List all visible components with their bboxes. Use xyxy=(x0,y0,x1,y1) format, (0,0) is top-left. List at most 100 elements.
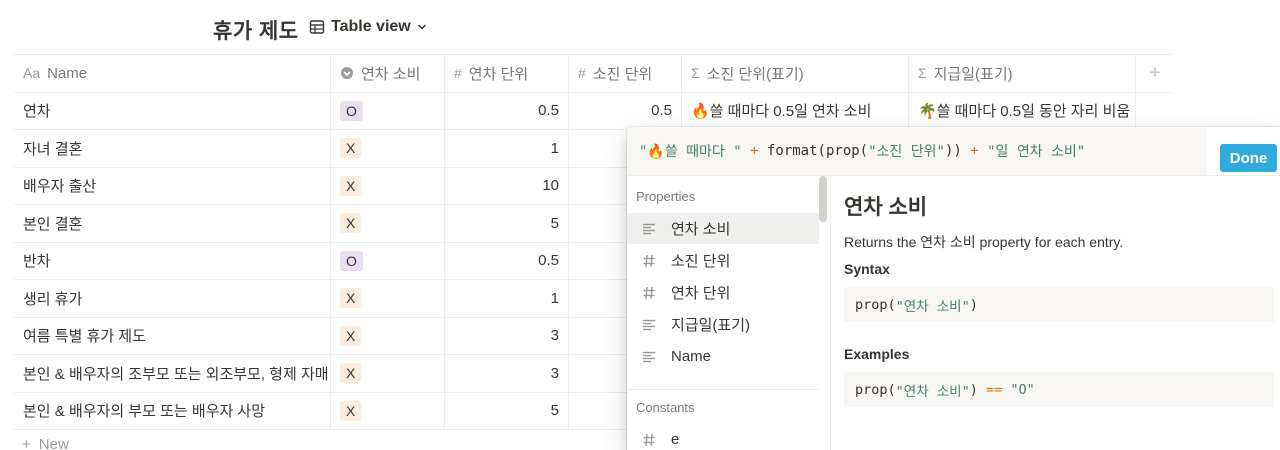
code-token: ) xyxy=(969,381,978,398)
property-item[interactable]: 지급일(표기) xyxy=(627,309,819,340)
formula-value: 🌴쓸 때마다 0.5일 동안 자리 비움 xyxy=(918,103,1131,121)
syntax-heading: Syntax xyxy=(844,261,890,277)
examples-heading: Examples xyxy=(844,346,910,362)
property-label: 소진 단위 xyxy=(671,253,731,270)
number-value: 5 xyxy=(550,402,559,420)
formula-token: + xyxy=(961,143,988,159)
add-row-button[interactable]: + New xyxy=(22,436,69,450)
column-label: 지급일(표기) xyxy=(933,65,1013,83)
formula-editor-popup: "🔥쓸 때마다 " + format(prop("소진 단위")) + "일 연… xyxy=(627,127,1280,450)
code-token: "연차 소비" xyxy=(895,298,970,315)
cell-used[interactable]: X xyxy=(331,355,445,392)
code-token: "O" xyxy=(1010,381,1035,398)
row-name: 배우자 출산 xyxy=(23,178,97,196)
cell-used[interactable]: X xyxy=(331,167,445,204)
cell-pay-format[interactable]: 🌴쓸 때마다 0.5일 동안 자리 비움 xyxy=(909,92,1136,129)
scrollbar[interactable] xyxy=(819,176,827,222)
column-header-pay-format[interactable]: Σ 지급일(표기) xyxy=(909,55,1136,92)
cell-name[interactable]: 본인 결혼 xyxy=(14,205,331,242)
code-token: prop( xyxy=(855,381,896,398)
cell-unit[interactable]: 3 xyxy=(445,317,569,354)
database-title[interactable]: 휴가 제도 xyxy=(213,15,299,45)
cell-unit[interactable]: 3 xyxy=(445,355,569,392)
cell-used[interactable]: X xyxy=(331,130,445,167)
property-item[interactable]: 연차 소비 xyxy=(627,213,819,244)
cell-used[interactable]: X xyxy=(331,317,445,354)
formula-token: "일 연차 소비" xyxy=(987,144,1086,160)
cell-name[interactable]: 여름 특별 휴가 제도 xyxy=(14,317,331,354)
select-tag: X xyxy=(340,288,362,309)
cell-name[interactable]: 배우자 출산 xyxy=(14,167,331,204)
formula-docs-pane: 연차 소비 Returns the 연차 소비 property for eac… xyxy=(844,176,1280,450)
constant-item[interactable]: e xyxy=(627,424,819,450)
formula-token: "🔥쓸 때마다 " xyxy=(639,144,742,160)
cell-name[interactable]: 반차 xyxy=(14,242,331,279)
cell-unit[interactable]: 5 xyxy=(445,205,569,242)
code-token: ) xyxy=(969,296,978,313)
column-header-spend[interactable]: # 소진 단위 xyxy=(569,55,682,92)
text-property-icon: Aa xyxy=(23,65,41,82)
select-tag: X xyxy=(340,213,362,234)
cell-name[interactable]: 본인 & 배우자의 조부모 또는 외조부모, 형제 자매 xyxy=(14,355,331,392)
column-header-name[interactable]: Aa Name xyxy=(14,55,331,92)
view-switcher[interactable]: Table view xyxy=(309,18,427,36)
constants-section-label: Constants xyxy=(636,400,695,415)
column-header-unit[interactable]: # 연차 단위 xyxy=(445,55,569,92)
table-row[interactable]: 연차 O 0.5 0.5 🔥쓸 때마다 0.5일 연차 소비 🌴쓸 때마다 0.5일 동안… xyxy=(14,92,1174,130)
properties-section-label: Properties xyxy=(636,189,696,204)
cell-name[interactable]: 본인 & 배우자의 부모 또는 배우자 사망 xyxy=(14,392,331,429)
number-value: 3 xyxy=(550,327,559,345)
select-tag: X xyxy=(340,138,362,159)
code-token: "연차 소비" xyxy=(895,383,970,400)
property-item[interactable]: 연차 단위 xyxy=(627,277,819,308)
text-icon xyxy=(641,350,657,364)
property-item[interactable]: 소진 단위 xyxy=(627,245,819,276)
column-header-spend-format[interactable]: Σ 소진 단위(표기) xyxy=(682,55,909,92)
row-name: 본인 & 배우자의 부모 또는 배우자 사망 xyxy=(23,403,266,421)
cell-unit[interactable]: 0.5 xyxy=(445,92,569,129)
cell-spend[interactable]: 0.5 xyxy=(569,92,682,129)
cell-used[interactable]: X xyxy=(331,205,445,242)
cell-unit[interactable]: 0.5 xyxy=(445,242,569,279)
number-value: 10 xyxy=(542,177,559,195)
cell-used[interactable]: X xyxy=(331,280,445,317)
number-value: 3 xyxy=(550,364,559,382)
number-icon xyxy=(641,286,657,300)
cell-unit[interactable]: 10 xyxy=(445,167,569,204)
property-label: Name xyxy=(671,348,712,365)
row-name: 자녀 결혼 xyxy=(23,140,83,158)
property-item[interactable]: Name xyxy=(627,341,819,372)
cell-used[interactable]: O xyxy=(331,242,445,279)
cell-used[interactable]: O xyxy=(331,92,445,129)
cell-name[interactable]: 생리 휴가 xyxy=(14,280,331,317)
cell-unit[interactable]: 1 xyxy=(445,130,569,167)
row-name: 여름 특별 휴가 제도 xyxy=(23,328,146,346)
number-value: 1 xyxy=(550,139,559,157)
column-label: 소진 단위 xyxy=(592,65,653,83)
number-icon xyxy=(641,254,657,268)
column-header-used[interactable]: 연차 소비 xyxy=(331,55,445,92)
number-value: 0.5 xyxy=(538,102,559,120)
formula-input[interactable]: "🔥쓸 때마다 " + format(prop("소진 단위")) + "일 연… xyxy=(627,127,1207,175)
formula-icon: Σ xyxy=(918,65,927,82)
cell-used[interactable]: X xyxy=(331,392,445,429)
select-tag: X xyxy=(340,175,362,196)
divider xyxy=(627,389,819,390)
property-label: 지급일(표기) xyxy=(671,317,750,334)
cell-unit[interactable]: 5 xyxy=(445,392,569,429)
cell-name[interactable]: 연차 xyxy=(14,92,331,129)
number-value: 5 xyxy=(550,214,559,232)
column-label: 소진 단위(표기) xyxy=(706,65,804,83)
row-name: 반차 xyxy=(23,253,51,271)
formula-icon: Σ xyxy=(691,65,700,82)
add-column-button[interactable]: + xyxy=(1136,55,1174,92)
cell-name[interactable]: 자녀 결혼 xyxy=(14,130,331,167)
number-icon: # xyxy=(578,65,586,82)
plus-icon: + xyxy=(1149,61,1161,84)
cell-spend-format[interactable]: 🔥쓸 때마다 0.5일 연차 소비 xyxy=(682,92,909,129)
select-tag: O xyxy=(340,250,363,271)
formula-token: "소진 단위" xyxy=(868,144,945,160)
done-button[interactable]: Done xyxy=(1220,144,1277,172)
column-label: Name xyxy=(47,64,88,82)
cell-unit[interactable]: 1 xyxy=(445,280,569,317)
